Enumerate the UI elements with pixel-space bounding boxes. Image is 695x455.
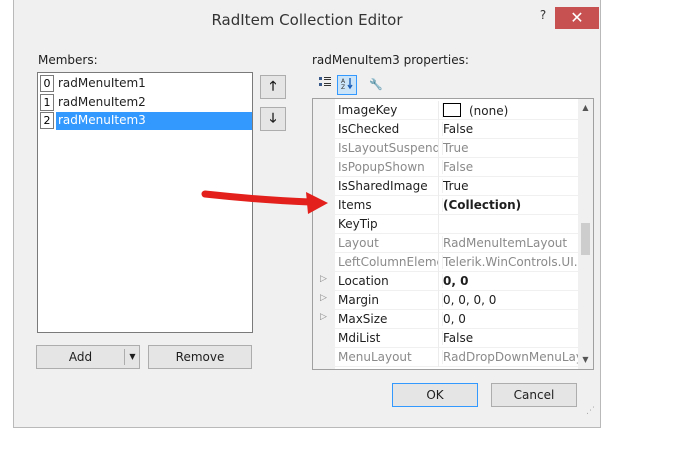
red-arrow-annotation bbox=[201, 190, 328, 214]
